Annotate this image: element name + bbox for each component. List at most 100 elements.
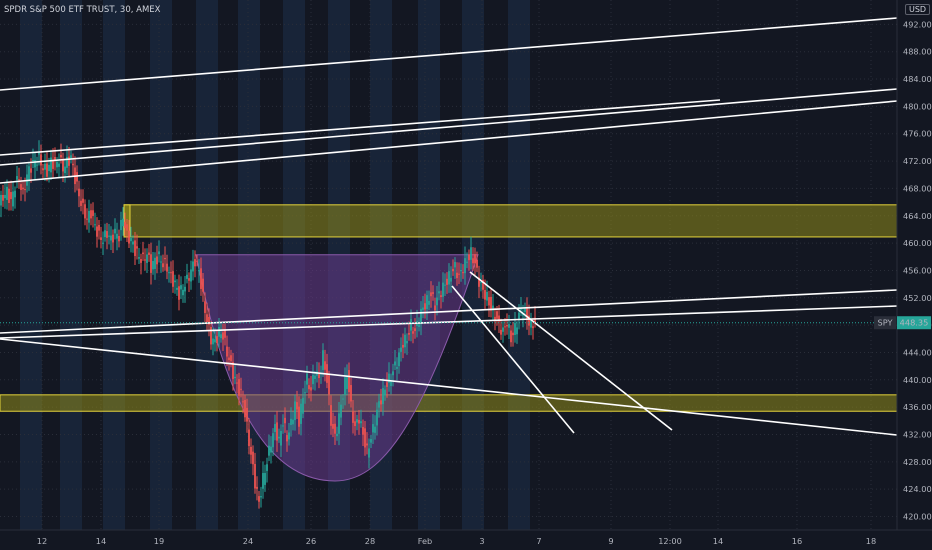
candle-body [516, 327, 518, 335]
candle-body [170, 272, 172, 274]
candle-body [392, 371, 394, 376]
price-tick-label: 464.00 [903, 211, 932, 221]
time-tick-label: 24 [243, 536, 253, 546]
candle-body [486, 291, 488, 301]
candle-body [14, 190, 16, 198]
candle-body [374, 426, 376, 433]
candle-body [188, 278, 190, 281]
candle-body [182, 289, 184, 296]
candle-body [10, 192, 12, 200]
price-tick-label: 428.00 [903, 457, 932, 467]
candle-body [110, 235, 112, 241]
zone-0[interactable] [123, 204, 898, 238]
candle-body [514, 323, 516, 335]
candle-body [356, 419, 358, 423]
candle-body [510, 330, 512, 343]
time-tick-label: 12:00 [658, 536, 682, 546]
price-tick-label: 432.00 [903, 429, 932, 439]
candle-body [508, 324, 510, 328]
candle-body [58, 163, 60, 167]
candle-body [44, 163, 46, 170]
candle-body [362, 427, 364, 435]
time-tick-label: 12 [37, 536, 47, 546]
candle-body [112, 234, 114, 243]
price-tick-label: 492.00 [903, 19, 932, 29]
price-chart[interactable]: 121419242628Feb37912:00141618 500.00496.… [0, 0, 932, 550]
candle-body [434, 305, 436, 311]
price-tick-label: 472.00 [903, 156, 932, 166]
candle-body [216, 336, 218, 344]
candle-body [100, 237, 102, 240]
candle-body [368, 448, 370, 458]
candle-body [274, 424, 276, 432]
candle-body [18, 179, 20, 181]
candle-body [20, 184, 22, 190]
candle-body [114, 228, 116, 234]
candle-body [260, 496, 262, 498]
candle-body [336, 433, 338, 437]
candle-body [32, 159, 34, 162]
candle-body [506, 325, 508, 327]
candle-body [228, 357, 230, 361]
time-tick-label: 18 [866, 536, 876, 546]
candle-body [364, 428, 366, 448]
candle-body [376, 409, 378, 426]
candle-body [302, 397, 304, 414]
candle-body [104, 230, 106, 238]
symbol-header[interactable]: SPDR S&P 500 ETF TRUST, 30, AMEX [4, 5, 160, 15]
candle-body [334, 423, 336, 434]
candle-body [242, 401, 244, 403]
candle-body [218, 326, 220, 337]
candle-body [304, 392, 306, 394]
candle-body [380, 400, 382, 405]
candle-body [246, 407, 248, 422]
candle-body [312, 374, 314, 385]
candle-body [352, 411, 354, 423]
candle-body [250, 446, 252, 455]
candle-body [456, 272, 458, 279]
candle-body [282, 425, 284, 427]
candle-body [150, 254, 152, 273]
time-tick-label: 14 [713, 536, 723, 546]
candle-body [194, 259, 196, 267]
candle-body [256, 486, 258, 489]
candle-body [472, 258, 474, 264]
session-band-11 [508, 0, 530, 530]
candle-body [342, 398, 344, 400]
candle-body [394, 361, 396, 366]
candle-body [490, 296, 492, 311]
price-tick-label: 436.00 [903, 402, 932, 412]
candle-body [244, 399, 246, 418]
candle-body [96, 226, 98, 237]
candle-body [330, 405, 332, 426]
price-tick-label: 488.00 [903, 47, 932, 57]
candle-body [0, 194, 2, 206]
time-tick-label: 28 [365, 536, 375, 546]
candle-body [398, 352, 400, 367]
currency-button[interactable]: USD [905, 4, 931, 15]
zone-1[interactable] [0, 394, 898, 412]
candle-body [470, 247, 472, 260]
candle-body [384, 389, 386, 396]
candle-body [106, 231, 108, 238]
candle-body [300, 403, 302, 424]
price-tick-label: 420.00 [903, 512, 932, 522]
candle-body [138, 257, 140, 259]
candle-body [276, 422, 278, 441]
candle-body [396, 367, 398, 369]
candle-body [428, 300, 430, 305]
candle-body [474, 254, 476, 264]
time-tick-label: 3 [479, 536, 484, 546]
candle-body [22, 187, 24, 190]
candle-body [350, 385, 352, 402]
candle-body [238, 379, 240, 396]
candle-body [314, 375, 316, 379]
candle-body [12, 191, 14, 207]
time-tick-label: 26 [306, 536, 316, 546]
candle-body [84, 204, 86, 219]
candle-body [156, 256, 158, 265]
candle-body [162, 263, 164, 268]
candle-body [160, 261, 162, 263]
candle-body [418, 324, 420, 327]
candle-body [338, 413, 340, 434]
